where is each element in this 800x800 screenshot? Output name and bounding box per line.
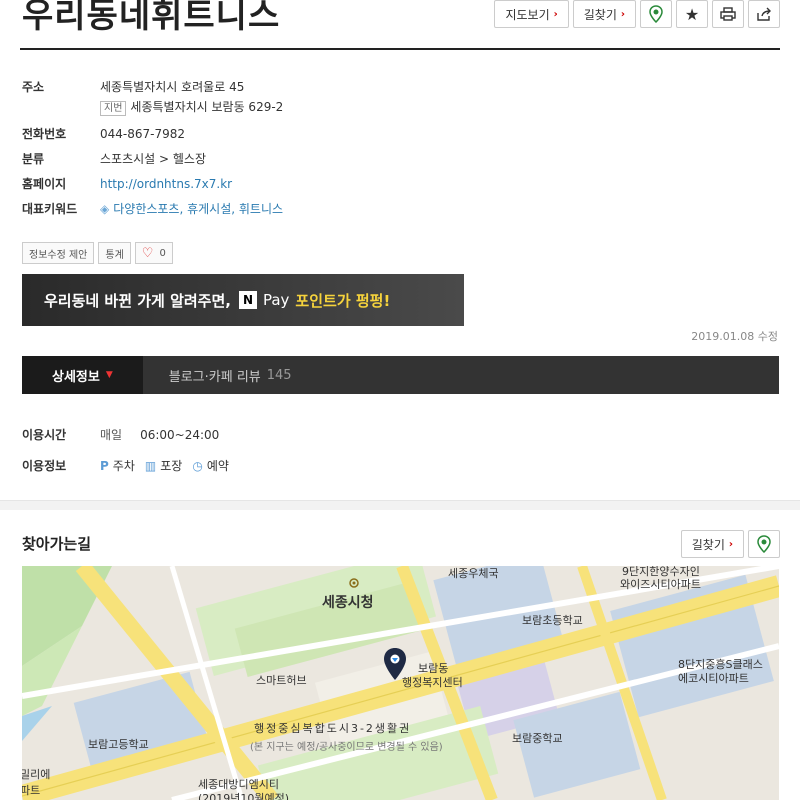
banner-pay: Pay — [262, 291, 290, 309]
map-label-edge-2: 파트 — [22, 784, 41, 797]
map-label-daebang-date: (2019년10월예정) — [198, 792, 290, 800]
homepage-row: 홈페이지 http://ordnhtns.7x7.kr — [22, 177, 778, 191]
tab-detail-info[interactable]: 상세정보 ▼ — [22, 356, 143, 394]
map-label-edge-1: 밀리에 — [22, 768, 51, 781]
share-button[interactable] — [748, 0, 780, 28]
directions-label: 길찾기 — [583, 7, 617, 22]
jibun-tag: 지번 — [100, 101, 127, 116]
place-info: 주소 세종특별자치시 호려울로 45 지번 세종특별자치시 보람동 629-2 전… — [22, 80, 778, 227]
keywords-row: 대표키워드 ◈ 다양한스포츠, 휴게시설, 휘트니스 — [22, 202, 778, 216]
location-pin-icon — [757, 535, 771, 553]
review-count: 145 — [266, 367, 292, 383]
section-divider — [0, 500, 800, 510]
clock-icon: ◷ — [192, 458, 203, 473]
location-map[interactable]: 세종시청 세종우체국 9단지한양수자인 와이즈시티아파트 보람초등학교 스마트허… — [22, 566, 779, 800]
heart-icon: ♡ — [141, 245, 154, 261]
facility-takeout-label: 포장 — [160, 459, 183, 473]
road-address: 세종특별자치시 호려울로 45 — [100, 80, 245, 94]
category-value: 스포츠시설 > 헬스장 — [100, 152, 207, 166]
map-label-boram-high: 보람고등학교 — [88, 738, 149, 751]
facility-parking-label: 주차 — [112, 459, 135, 473]
directions-button[interactable]: 길찾기 › — [572, 0, 636, 28]
facility-reservation-label: 예약 — [206, 459, 229, 473]
keywords-label: 대표키워드 — [22, 202, 78, 216]
location-pin-icon — [649, 5, 663, 23]
top-actions: 지도보기 › 길찾기 › ★ — [494, 0, 780, 28]
homepage-link[interactable]: http://ordnhtns.7x7.kr — [100, 177, 232, 191]
usage-label: 이용정보 — [22, 459, 67, 473]
banner-text: 우리동네 바뀐 가게 알려주면, — [44, 291, 231, 310]
info-actions: 정보수정 제안 통계 ♡ 0 — [22, 242, 173, 264]
caret-down-icon: ▼ — [105, 370, 113, 380]
map-label-complex-note: (본 지구는 예정/공사중이므로 변경될 수 있음) — [250, 742, 443, 753]
facility-takeout: ▥ 포장 — [145, 457, 182, 474]
map-label-post-office: 세종우체국 — [448, 567, 499, 580]
map-view-button[interactable]: 지도보기 › — [494, 0, 569, 28]
homepage-label: 홈페이지 — [22, 177, 67, 191]
tag-icon: ◈ — [100, 202, 110, 216]
directions-actions: 길찾기 › — [680, 530, 780, 558]
stats-button[interactable]: 통계 — [98, 242, 131, 264]
keywords-links[interactable]: 다양한스포츠, 휴게시설, 휘트니스 — [113, 202, 283, 216]
share-icon — [757, 7, 771, 21]
chevron-right-icon: › — [728, 538, 733, 550]
usage-row: 이용정보 P 주차 ▥ 포장 ◷ 예약 — [22, 457, 239, 474]
edit-suggestion-button[interactable]: 정보수정 제안 — [22, 242, 95, 264]
favorite-star-button[interactable]: ★ — [676, 0, 708, 28]
like-button[interactable]: ♡ 0 — [134, 242, 173, 264]
phone-label: 전화번호 — [22, 127, 67, 141]
parking-icon: P — [100, 458, 109, 473]
map-pin-button[interactable] — [748, 530, 780, 558]
star-icon: ★ — [684, 4, 700, 24]
updated-date: 2019.01.08 수정 — [691, 330, 778, 343]
hours-label: 이용시간 — [22, 428, 67, 442]
keywords-value: ◈ 다양한스포츠, 휴게시설, 휘트니스 — [100, 202, 283, 216]
jibun-address-line: 지번 세종특별자치시 보람동 629-2 — [100, 100, 283, 116]
banner-highlight: 포인트가 펑펑! — [295, 291, 391, 310]
tab-detail-label: 상세정보 — [52, 369, 100, 385]
phone-row: 전화번호 044-867-7982 — [22, 127, 778, 141]
address-values: 세종특별자치시 호려울로 45 지번 세종특별자치시 보람동 629-2 — [100, 80, 283, 116]
directions-find-label: 길찾기 — [691, 537, 725, 552]
hours-time: 06:00~24:00 — [140, 427, 220, 442]
facility-reservation: ◷ 예약 — [192, 457, 229, 474]
address-label: 주소 — [22, 80, 45, 94]
chevron-right-icon: › — [620, 8, 625, 20]
title-divider — [20, 48, 780, 50]
hours-row: 이용시간 매일 06:00~24:00 — [22, 426, 239, 443]
map-label-complex: 행정중심복합도시3-2생활권 — [254, 722, 412, 735]
address-row: 주소 세종특별자치시 호려울로 45 지번 세종특별자치시 보람동 629-2 — [22, 80, 778, 116]
jibun-address: 세종특별자치시 보람동 629-2 — [130, 100, 284, 114]
map-label-boram-elem: 보람초등학교 — [522, 614, 583, 627]
map-label-boram-mid: 보람중학교 — [512, 732, 563, 745]
detail-info: 이용시간 매일 06:00~24:00 이용정보 P 주차 ▥ 포장 ◷ 예약 — [22, 426, 239, 488]
map-view-label: 지도보기 — [505, 7, 550, 22]
category-label: 분류 — [22, 152, 45, 166]
map-label-admin-center: 행정복지센터 — [402, 676, 463, 689]
directions-title: 찾아가는길 — [22, 535, 92, 553]
print-button[interactable] — [712, 0, 744, 28]
map-label-smart-hub: 스마트허브 — [256, 674, 307, 687]
map-label-apt1b: 와이즈시티아파트 — [620, 578, 701, 591]
hours-day: 매일 — [100, 428, 123, 442]
chevron-right-icon: › — [553, 8, 558, 20]
map-canvas — [22, 566, 779, 800]
like-count: 0 — [159, 247, 166, 259]
phone-number[interactable]: 044-867-7982 — [100, 127, 185, 141]
naver-n-logo: N — [238, 291, 257, 309]
promo-banner[interactable]: 우리동네 바뀐 가게 알려주면, N Pay 포인트가 펑펑! — [22, 274, 464, 326]
category-row: 분류 스포츠시설 > 헬스장 — [22, 152, 778, 166]
package-icon: ▥ — [144, 458, 157, 473]
map-label-apt2b: 에코시티아파트 — [678, 672, 749, 685]
map-label-city-hall: 세종시청 — [322, 595, 374, 611]
tab-blog-reviews[interactable]: 블로그·카페 리뷰 145 — [143, 356, 318, 394]
tab-blog-label: 블로그·카페 리뷰 — [168, 369, 261, 385]
location-pin-button[interactable] — [640, 0, 672, 28]
directions-find-button[interactable]: 길찾기 › — [680, 530, 744, 558]
print-icon — [720, 7, 736, 21]
facility-parking: P 주차 — [100, 457, 135, 474]
detail-tabs: 상세정보 ▼ 블로그·카페 리뷰 145 — [22, 356, 779, 394]
page-title: 우리동네휘트니스 — [22, 0, 281, 36]
